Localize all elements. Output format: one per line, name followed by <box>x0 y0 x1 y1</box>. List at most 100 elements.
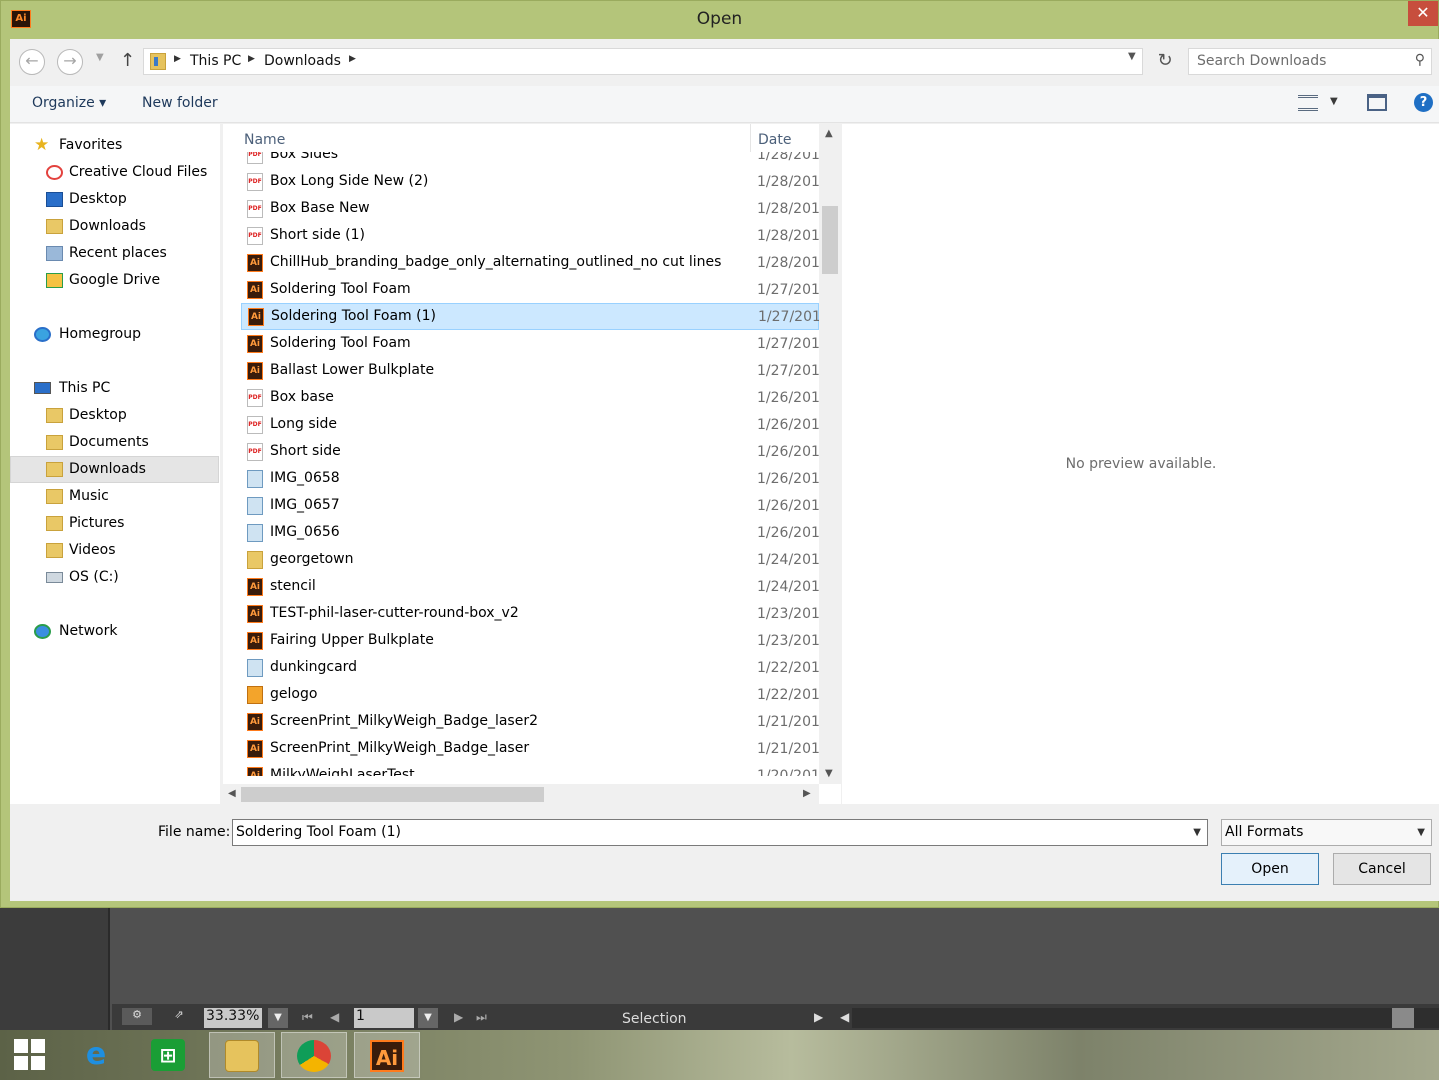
nav-item-pc-desktop[interactable]: Desktop <box>10 403 219 430</box>
vertical-scroll-thumb[interactable] <box>822 206 838 274</box>
back-button[interactable]: ← <box>19 49 45 75</box>
nav-item-network[interactable]: Network <box>10 619 219 646</box>
file-row[interactable]: PDF Box base 1/26/201 <box>241 385 819 412</box>
chevron-right-icon[interactable]: ▶ <box>174 54 181 64</box>
address-bar[interactable]: ▶ This PC ▶ Downloads ▶ <box>143 48 1143 75</box>
preview-pane-icon[interactable] <box>1367 94 1387 111</box>
organize-button[interactable]: Organize ▾ <box>32 95 106 111</box>
file-row[interactable]: PDF Box Long Side New (2) 1/28/201 <box>241 169 819 196</box>
nav-item-desktop[interactable]: Desktop <box>10 187 219 214</box>
file-row[interactable]: IMG_0658 1/26/201 <box>241 466 819 493</box>
taskbar-store[interactable]: ⊞ <box>136 1032 202 1078</box>
nav-item-recent-places[interactable]: Recent places <box>10 241 219 268</box>
export-icon[interactable]: ⇗ <box>164 1008 194 1025</box>
scroll-left-arrow-icon[interactable]: ◀ <box>228 788 236 799</box>
address-history-dropdown[interactable]: ▼ <box>1128 51 1136 62</box>
file-row[interactable]: Ai MilkyWeighLaserTest 1/20/201 <box>241 763 819 776</box>
scroll-down-arrow-icon[interactable]: ▼ <box>825 768 833 779</box>
view-options-dropdown[interactable]: ▼ <box>1330 96 1338 107</box>
status-menu-arrow-icon[interactable]: ▶ <box>814 1010 823 1024</box>
nav-item-google-drive[interactable]: Google Drive <box>10 268 219 295</box>
file-row[interactable]: PDF Short side 1/26/201 <box>241 439 819 466</box>
nav-item-pc-downloads[interactable]: Downloads <box>10 456 219 483</box>
nav-item-homegroup[interactable]: Homegroup <box>10 322 219 349</box>
start-button[interactable] <box>14 1039 46 1071</box>
taskbar-internet-explorer[interactable]: e <box>64 1032 130 1078</box>
file-row[interactable]: Ai stencil 1/24/201 <box>241 574 819 601</box>
file-row[interactable]: Ai TEST-phil-laser-cutter-round-box_v2 1/2… <box>241 601 819 628</box>
close-button[interactable]: ✕ <box>1408 1 1438 26</box>
next-artboard-icon[interactable]: ▶ <box>454 1010 463 1024</box>
file-row[interactable]: dunkingcard 1/22/201 <box>241 655 819 682</box>
scroll-left-arrow-icon[interactable]: ◀ <box>840 1010 849 1024</box>
view-options-icon[interactable] <box>1298 95 1318 111</box>
refresh-button[interactable]: ↻ <box>1151 48 1179 75</box>
file-row[interactable]: PDF Short side (1) 1/28/201 <box>241 223 819 250</box>
cancel-button[interactable]: Cancel <box>1333 853 1431 885</box>
vertical-scrollbar[interactable]: ▲ ▼ <box>819 124 841 784</box>
column-divider[interactable] <box>750 124 751 152</box>
artboard-number-field[interactable]: 1 <box>354 1008 414 1028</box>
file-name-field[interactable]: Soldering Tool Foam (1) ▼ <box>232 819 1208 846</box>
gear-icon[interactable]: ⚙ <box>122 1008 152 1025</box>
nav-item-documents[interactable]: Documents <box>10 430 219 457</box>
file-row[interactable]: gelogo 1/22/201 <box>241 682 819 709</box>
artboard-dropdown[interactable]: ▼ <box>418 1008 438 1028</box>
search-icon: ⚲ <box>1414 52 1425 68</box>
file-row[interactable]: Ai Ballast Lower Bulkplate 1/27/201 <box>241 358 819 385</box>
recent-locations-dropdown[interactable]: ▼ <box>96 52 104 63</box>
nav-item-this-pc[interactable]: This PC <box>10 376 219 403</box>
nav-item-creative-cloud[interactable]: Creative Cloud Files <box>10 160 219 187</box>
downloads-folder-icon <box>46 462 63 477</box>
file-row[interactable]: PDF Long side 1/26/201 <box>241 412 819 439</box>
column-header-date[interactable]: Date <box>758 132 791 148</box>
search-input[interactable]: Search Downloads ⚲ <box>1188 48 1432 75</box>
file-format-select[interactable]: All Formats ▼ <box>1221 819 1432 846</box>
file-row[interactable]: Ai ScreenPrint_MilkyWeigh_Badge_laser 1/21… <box>241 736 819 763</box>
canvas-scroll-thumb[interactable] <box>1392 1008 1414 1028</box>
forward-button[interactable]: → <box>57 49 83 75</box>
up-button[interactable]: ↑ <box>120 50 135 71</box>
breadcrumb-this-pc[interactable]: This PC <box>190 53 241 69</box>
column-header-name[interactable]: Name <box>244 132 285 148</box>
scroll-right-arrow-icon[interactable]: ▶ <box>803 788 811 799</box>
nav-item-os-drive[interactable]: OS (C:) <box>10 565 219 592</box>
new-folder-button[interactable]: New folder <box>142 95 218 111</box>
taskbar-illustrator[interactable]: Ai <box>354 1032 420 1078</box>
file-row[interactable]: Ai Fairing Upper Bulkplate 1/23/201 <box>241 628 819 655</box>
file-row[interactable]: Ai Soldering Tool Foam (1) 1/27/201 <box>241 303 819 330</box>
zoom-field[interactable]: 33.33% <box>204 1008 262 1028</box>
last-artboard-icon[interactable]: ⏭ <box>476 1010 487 1025</box>
canvas-horizontal-scrollbar[interactable] <box>852 1008 1439 1028</box>
file-row[interactable]: PDF Box Base New 1/28/201 <box>241 196 819 223</box>
open-button[interactable]: Open <box>1221 853 1319 885</box>
file-row[interactable]: Ai ScreenPrint_MilkyWeigh_Badge_laser2 1/2… <box>241 709 819 736</box>
file-row[interactable]: Ai Soldering Tool Foam 1/27/201 <box>241 277 819 304</box>
horizontal-scroll-thumb[interactable] <box>241 787 544 802</box>
file-name: Long side <box>270 416 338 432</box>
file-row[interactable]: IMG_0656 1/26/201 <box>241 520 819 547</box>
title-bar[interactable]: Ai Open ✕ <box>1 1 1438 39</box>
file-row[interactable]: georgetown 1/24/201 <box>241 547 819 574</box>
taskbar-file-explorer[interactable] <box>209 1032 275 1078</box>
nav-item-favorites[interactable]: ★ Favorites <box>10 133 219 160</box>
nav-item-videos[interactable]: Videos <box>10 538 219 565</box>
chevron-down-icon[interactable]: ▼ <box>1417 827 1425 838</box>
chevron-right-icon[interactable]: ▶ <box>248 54 255 64</box>
scroll-up-arrow-icon[interactable]: ▲ <box>825 128 833 139</box>
nav-item-music[interactable]: Music <box>10 484 219 511</box>
taskbar-chrome[interactable] <box>281 1032 347 1078</box>
file-row[interactable]: IMG_0657 1/26/201 <box>241 493 819 520</box>
chevron-right-icon[interactable]: ▶ <box>349 54 356 64</box>
help-icon[interactable]: ? <box>1414 93 1433 112</box>
horizontal-scrollbar[interactable]: ◀ ▶ <box>223 784 819 804</box>
first-artboard-icon[interactable]: ⏮ <box>302 1010 313 1025</box>
file-row[interactable]: Ai ChillHub_branding_badge_only_alternati… <box>241 250 819 277</box>
nav-item-pictures[interactable]: Pictures <box>10 511 219 538</box>
chevron-down-icon[interactable]: ▼ <box>1193 827 1201 838</box>
zoom-dropdown[interactable]: ▼ <box>268 1008 288 1028</box>
nav-item-downloads[interactable]: Downloads <box>10 214 219 241</box>
breadcrumb-downloads[interactable]: Downloads <box>264 53 341 69</box>
prev-artboard-icon[interactable]: ◀ <box>330 1010 339 1024</box>
file-row[interactable]: Ai Soldering Tool Foam 1/27/201 <box>241 331 819 358</box>
